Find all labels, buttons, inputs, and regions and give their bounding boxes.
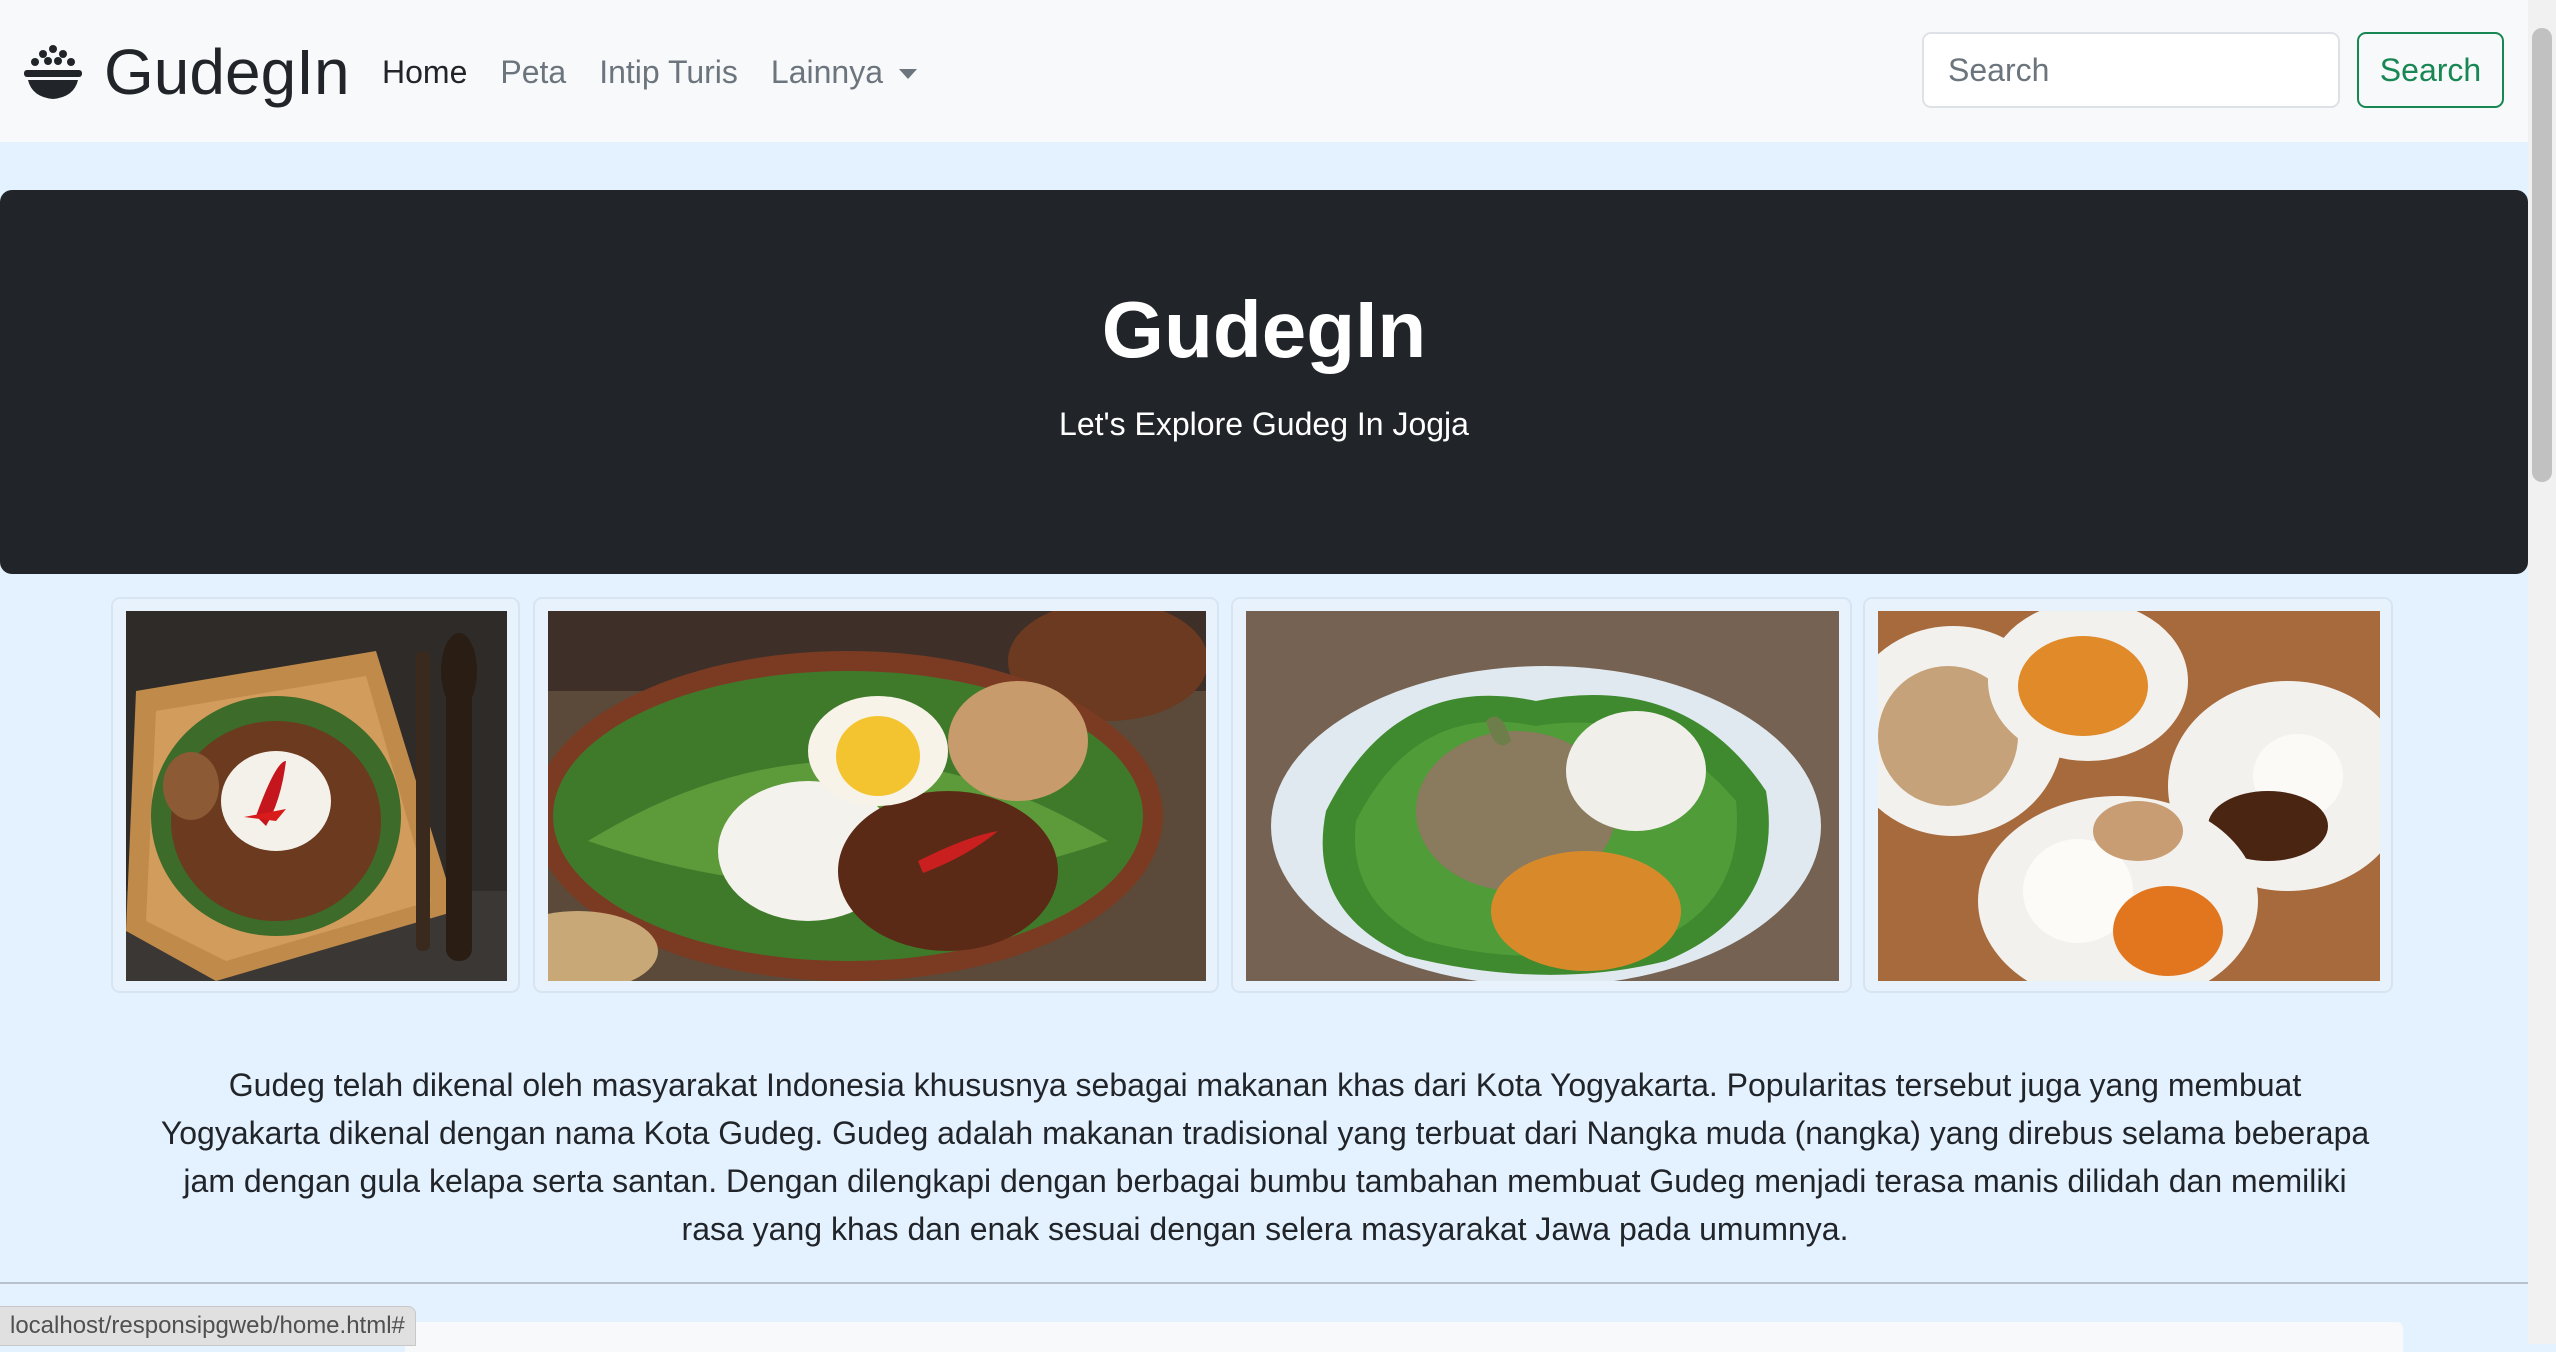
section-divider [0, 1282, 2528, 1284]
gudeg-photo-4 [1863, 597, 2393, 993]
next-section-card [405, 1322, 2403, 1352]
brand-link[interactable]: GudegIn [22, 36, 350, 108]
nav-peta[interactable]: Peta [500, 50, 566, 94]
scrollbar-thumb[interactable] [2532, 28, 2552, 482]
search-button[interactable]: Search [2357, 32, 2504, 108]
status-bar-url: localhost/responsipgweb/home.html# [0, 1306, 416, 1346]
nav-intip-turis[interactable]: Intip Turis [599, 50, 738, 94]
gudeg-photo-3-image [1246, 611, 1839, 981]
nav-lainnya-label: Lainnya [770, 54, 883, 90]
search-input[interactable] [1922, 32, 2340, 108]
gudeg-photo-3 [1231, 597, 1852, 993]
gudeg-photo-2-image [548, 611, 1206, 981]
nav-home[interactable]: Home [382, 50, 467, 94]
gudeg-description: Gudeg telah dikenal oleh masyarakat Indo… [160, 1067, 2370, 1247]
gudeg-photo-4-image [1878, 611, 2380, 981]
gudeg-photo-1 [111, 597, 520, 993]
gudeg-photo-1-image [126, 611, 507, 981]
hero-subtitle: Let's Explore Gudeg In Jogja [1059, 406, 1469, 442]
gudeg-photo-2 [533, 597, 1219, 993]
hero-banner: GudegIn Let's Explore Gudeg In Jogja [0, 190, 2528, 574]
rice-bowl-icon [24, 45, 82, 99]
caret-down-icon [899, 69, 917, 79]
nav-lainnya-dropdown[interactable]: Lainnya [771, 50, 917, 94]
navbar: GudegIn Home Peta Intip Turis Lainnya Se… [0, 0, 2528, 142]
nav-links: Home Peta Intip Turis Lainnya [382, 50, 950, 94]
brand-name: GudegIn [104, 36, 350, 108]
scrollbar[interactable] [2528, 0, 2556, 1344]
hero-title: GudegIn [1101, 285, 1427, 374]
